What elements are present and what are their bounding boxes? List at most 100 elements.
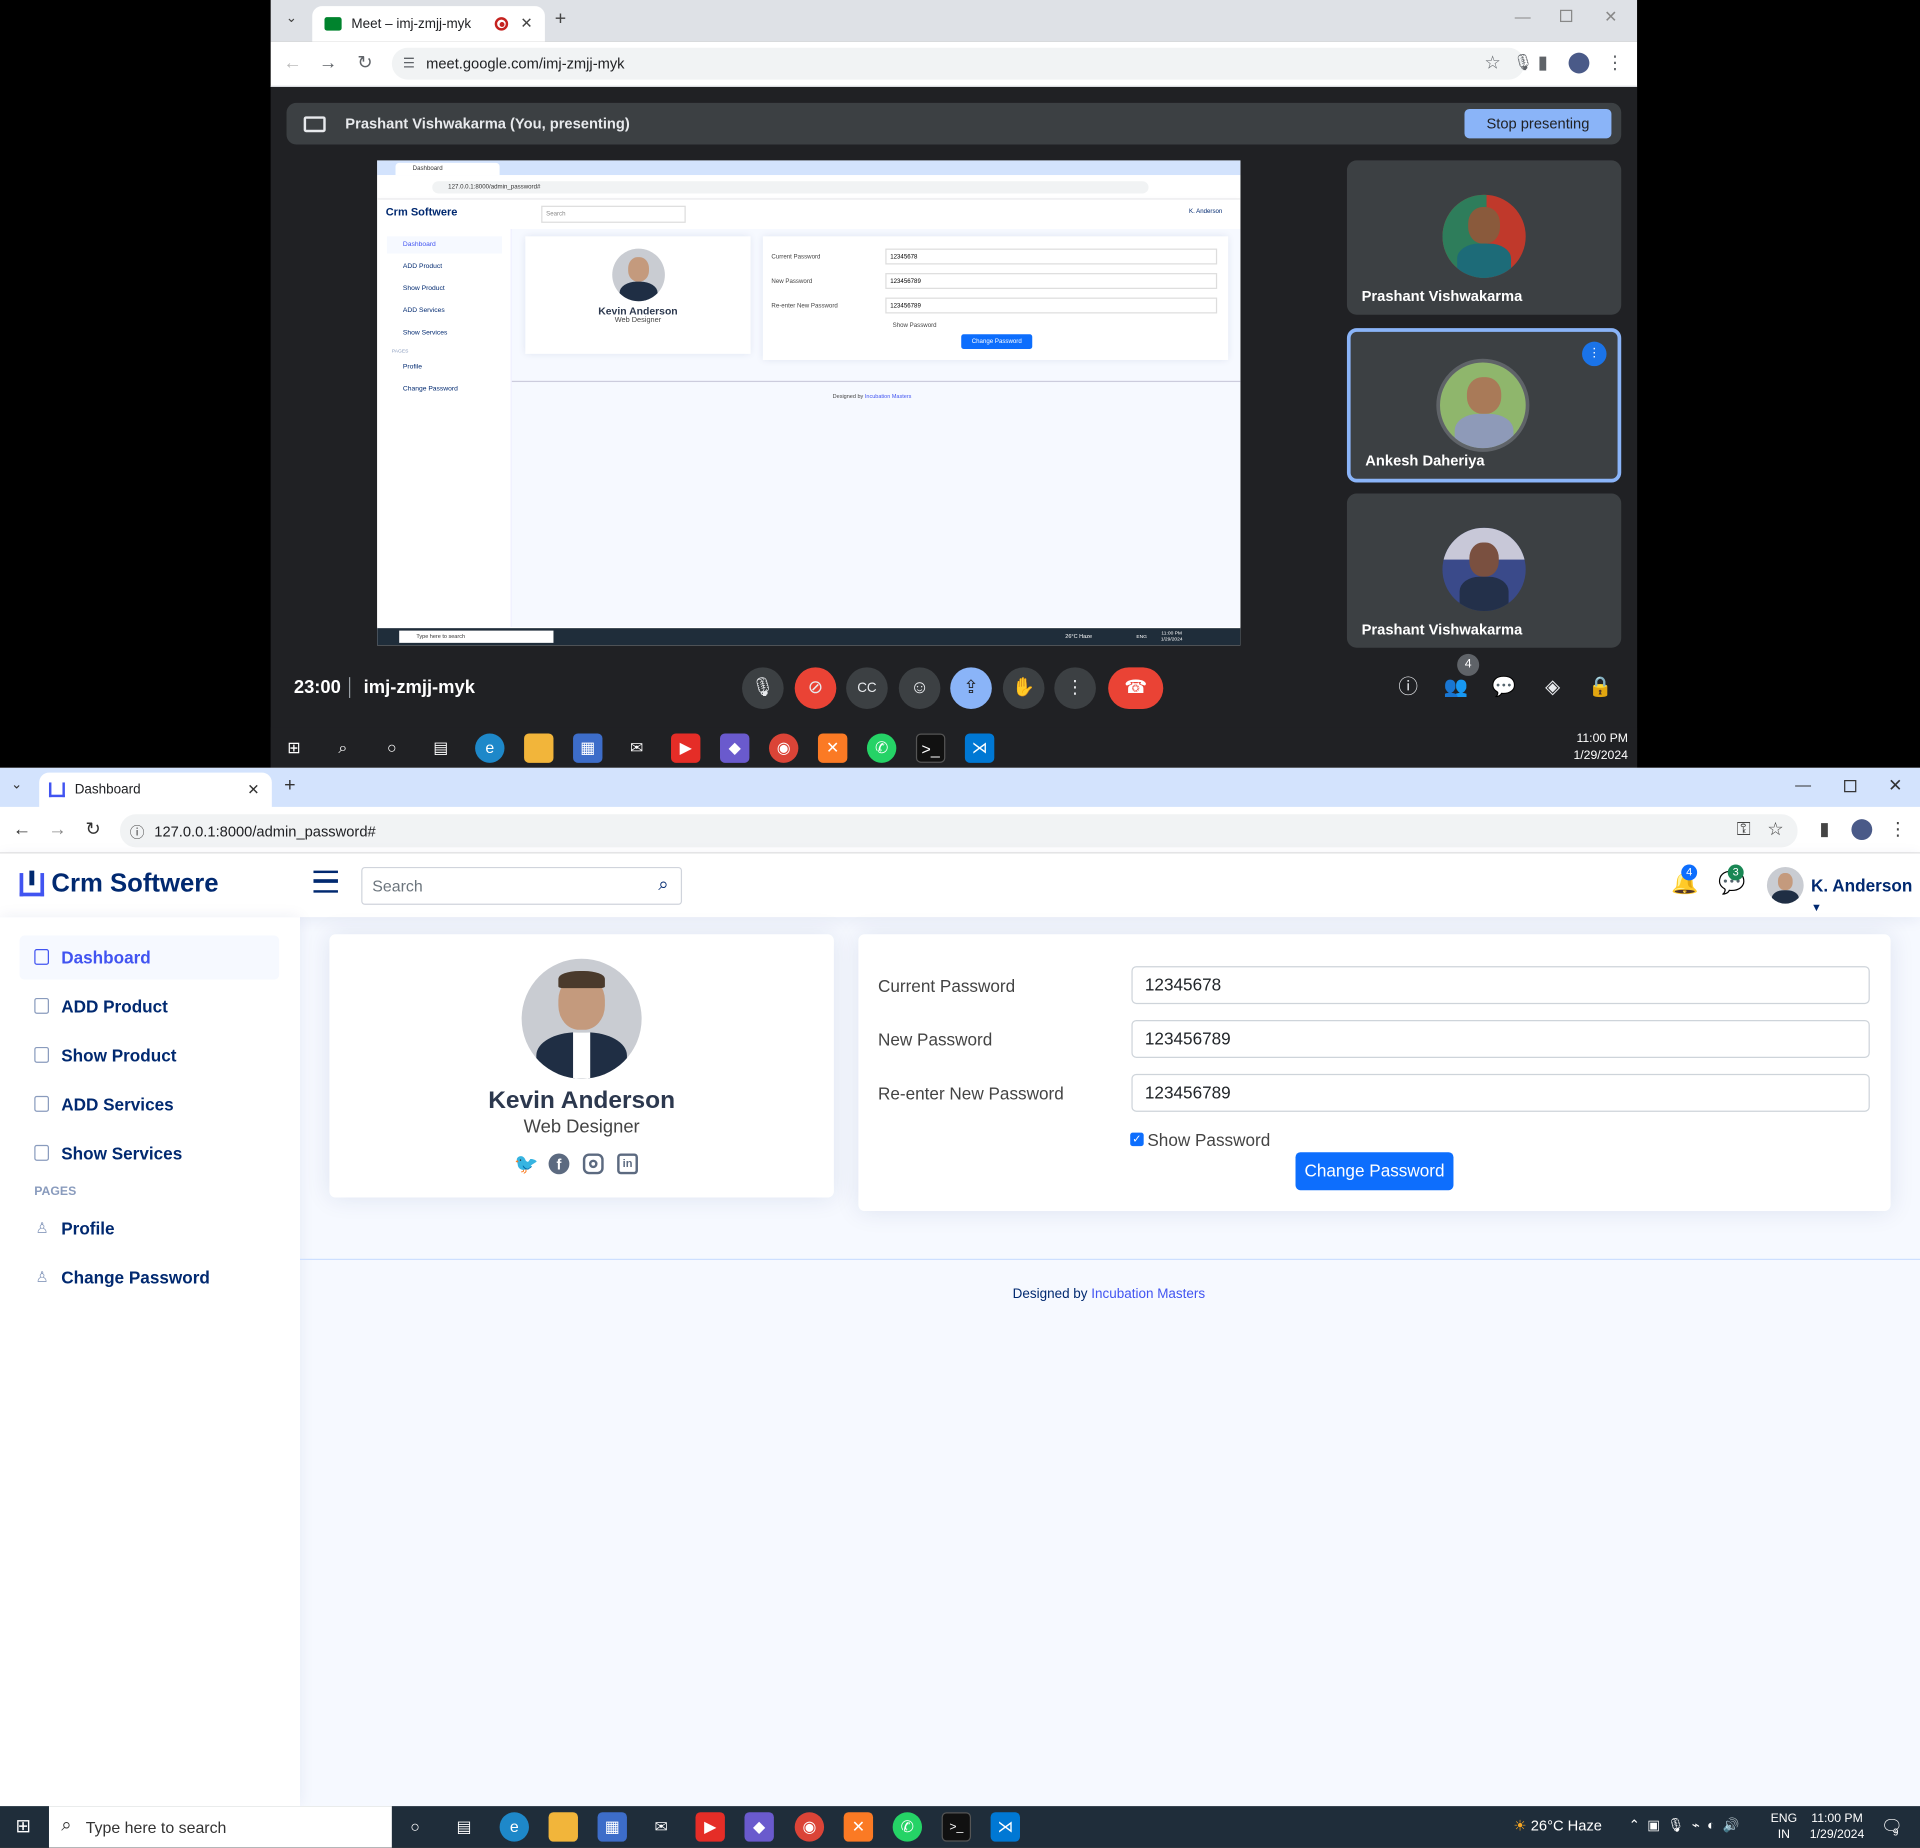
dash-close-tab-icon[interactable]: ✕	[247, 781, 259, 798]
vscode-icon[interactable]: ⋊	[990, 1812, 1021, 1842]
forward-icon[interactable]: →	[316, 51, 340, 75]
dash-restore-button[interactable]	[1844, 780, 1857, 793]
file-explorer-icon[interactable]	[548, 1812, 578, 1842]
people-icon[interactable]: 👥	[1439, 671, 1473, 705]
show-password-label[interactable]: Show Password	[1147, 1130, 1270, 1150]
sidebar-item-profile[interactable]: ♙ Profile	[20, 1206, 280, 1250]
sidebar-item-add-services[interactable]: ADD Services	[20, 1082, 280, 1126]
tab-list-dropdown[interactable]: ⌄	[280, 10, 302, 32]
youtube-icon[interactable]: ▶	[671, 733, 701, 763]
profile-avatar-icon[interactable]	[1568, 52, 1590, 74]
chrome-icon[interactable]: ◉	[794, 1812, 825, 1842]
sidebar-item-add-product[interactable]: ADD Product	[20, 984, 280, 1028]
back-icon[interactable]: ←	[280, 51, 304, 75]
microphone-button[interactable]: 🎙	[742, 667, 784, 709]
sidebar-item-change-password[interactable]: ♙ Change Password	[20, 1255, 280, 1299]
reload-icon[interactable]: ↻	[353, 51, 377, 75]
meeting-info-icon[interactable]: ⓘ	[1391, 671, 1425, 705]
linkedin-icon[interactable]: in	[617, 1153, 638, 1175]
dash-new-tab-button[interactable]: +	[284, 775, 295, 797]
sidebar-item-show-services[interactable]: Show Services	[20, 1131, 280, 1175]
new-password-input[interactable]: 123456789	[1131, 1020, 1870, 1058]
dash-close-window-button[interactable]: ✕	[1888, 775, 1902, 796]
windows-start-icon[interactable]: ⊞	[9, 1812, 38, 1841]
meet-tab[interactable]: Meet – imj-zmjj-myk ✕	[312, 6, 545, 42]
side-panel-icon[interactable]: ▮	[1531, 51, 1555, 75]
search-icon[interactable]: ⌕	[658, 874, 668, 895]
vscode-icon[interactable]: ⋊	[964, 733, 995, 763]
show-password-checkbox[interactable]: ✓	[1130, 1132, 1144, 1147]
current-password-input[interactable]: 12345678	[1131, 966, 1870, 1005]
task-view-icon[interactable]: ▤	[449, 1812, 478, 1841]
xampp-icon[interactable]: ✕	[817, 733, 848, 763]
tray-icons[interactable]: ⌃▣🎙⌁◐🔊	[1629, 1817, 1747, 1833]
new-tab-button[interactable]: +	[555, 9, 566, 31]
action-center-icon[interactable]: 🗨	[1881, 1816, 1903, 1837]
password-key-icon[interactable]: ⚿	[1731, 818, 1755, 842]
terminal-icon[interactable]: >_	[941, 1812, 972, 1842]
captions-button[interactable]: CC	[846, 667, 888, 709]
dash-side-panel-icon[interactable]: ▮	[1812, 818, 1836, 842]
edge-icon[interactable]: e	[475, 733, 505, 763]
sidebar-item-dashboard[interactable]: Dashboard	[19, 935, 280, 980]
participant-tile-2[interactable]: Prashant Vishwakarma	[1346, 493, 1622, 648]
whatsapp-icon[interactable]: ✆	[866, 733, 897, 763]
taskbar-search-box[interactable]: ⌕ Type here to search	[48, 1806, 392, 1848]
dash-tab[interactable]: Dashboard ✕	[39, 772, 272, 807]
edge-icon[interactable]: e	[499, 1812, 529, 1842]
copilot-icon[interactable]: ◆	[720, 733, 750, 763]
present-button[interactable]: ⇪	[950, 667, 992, 709]
participant-tile-0[interactable]: Prashant Vishwakarma	[1346, 160, 1622, 315]
close-tab-icon[interactable]: ✕	[520, 15, 532, 32]
change-password-button[interactable]: Change Password	[1295, 1152, 1454, 1191]
instagram-icon[interactable]	[582, 1153, 604, 1175]
cortana-circle-icon[interactable]: ○	[400, 1812, 429, 1841]
xampp-icon[interactable]: ✕	[843, 1812, 874, 1842]
dash-tab-list-dropdown[interactable]: ⌄	[11, 776, 22, 793]
copilot-icon[interactable]: ◆	[744, 1812, 774, 1842]
dash-minimize-button[interactable]: —	[1795, 775, 1811, 793]
file-explorer-icon[interactable]	[524, 733, 554, 763]
store-icon[interactable]: ▦	[597, 1812, 627, 1842]
close-window-button[interactable]: ✕	[1604, 7, 1617, 27]
more-options-button[interactable]: ⋮	[1054, 667, 1096, 709]
hamburger-menu-icon[interactable]	[313, 870, 338, 893]
terminal-icon[interactable]: >_	[915, 733, 946, 763]
footer-link[interactable]: Incubation Masters	[1091, 1287, 1205, 1302]
chrome-icon[interactable]: ◉	[768, 733, 799, 763]
restore-button[interactable]	[1560, 9, 1573, 23]
taskbar-clock[interactable]: 11:00 PM 1/29/2024	[1810, 1811, 1864, 1843]
activities-icon[interactable]: ◈	[1536, 671, 1570, 705]
participant-tile-1[interactable]: ⋮ Ankesh Daheriya	[1346, 328, 1622, 483]
dash-url-field[interactable]: ⓘ 127.0.0.1:8000/admin_password#	[120, 814, 1798, 848]
dash-forward-icon[interactable]: →	[45, 818, 69, 842]
site-info-icon[interactable]: ☰	[403, 55, 415, 71]
twitter-icon[interactable]: 🐦	[514, 1152, 538, 1176]
meet-url-field[interactable]: ☰ meet.google.com/imj-zmjj-myk 🎙	[391, 47, 1533, 80]
emoji-button[interactable]: ☺	[898, 667, 941, 709]
dash-back-icon[interactable]: ←	[10, 818, 34, 842]
minimize-button[interactable]: —	[1515, 7, 1531, 25]
dash-info-icon[interactable]: ⓘ	[130, 822, 145, 843]
stop-presenting-button[interactable]: Stop presenting	[1464, 108, 1612, 139]
whatsapp-icon[interactable]: ✆	[892, 1812, 923, 1842]
mail-icon[interactable]: ✉	[622, 733, 651, 762]
task-view-icon[interactable]: ▤	[426, 733, 455, 762]
brand-logo[interactable]: Crm Softwere	[19, 869, 219, 898]
dash-chrome-menu-icon[interactable]: ⋮	[1886, 818, 1910, 842]
cortana-icon[interactable]: ○	[377, 733, 406, 762]
search-icon[interactable]: ⌕	[328, 733, 357, 762]
raise-hand-button[interactable]: ✋	[1002, 667, 1045, 709]
mail-icon[interactable]: ✉	[647, 1812, 676, 1841]
youtube-icon[interactable]: ▶	[695, 1812, 725, 1842]
host-controls-icon[interactable]: 🔒	[1583, 671, 1617, 705]
leave-call-button[interactable]: ☎	[1108, 667, 1164, 709]
dash-reload-icon[interactable]: ↻	[81, 818, 105, 842]
chat-icon[interactable]: 💬	[1487, 671, 1521, 705]
dash-profile-icon[interactable]	[1851, 819, 1873, 841]
dash-bookmark-icon[interactable]: ☆	[1763, 818, 1787, 842]
facebook-icon[interactable]: f	[548, 1153, 570, 1175]
bookmark-star-icon[interactable]: ☆	[1480, 51, 1504, 75]
store-icon[interactable]: ▦	[573, 733, 603, 763]
search-input[interactable]: Search ⌕	[361, 866, 683, 905]
